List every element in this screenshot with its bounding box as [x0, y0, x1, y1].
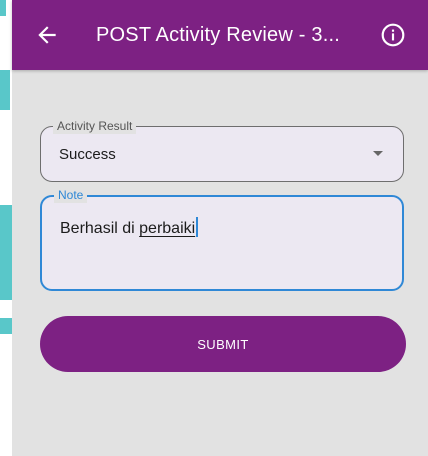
note-text-underlined: perbaiki — [139, 220, 196, 237]
decorative-shape — [0, 205, 12, 300]
text-cursor — [196, 217, 199, 237]
app-bar: POST Activity Review - 3... — [12, 0, 428, 70]
activity-result-value: Success — [59, 146, 116, 163]
decorative-shape — [0, 0, 6, 16]
decorative-shape — [0, 70, 10, 110]
activity-result-select[interactable]: Activity Result Success — [40, 118, 404, 182]
app-screen: POST Activity Review - 3... Activity Res… — [12, 0, 428, 456]
submit-button[interactable]: SUBMIT — [40, 316, 406, 372]
page-title: POST Activity Review - 3... — [96, 24, 340, 46]
note-label: Note — [54, 187, 88, 203]
info-icon[interactable] — [380, 22, 406, 48]
arrow-left-icon[interactable] — [34, 22, 60, 48]
note-input-text: Berhasil di perbaiki — [60, 217, 199, 238]
activity-result-label: Activity Result — [53, 118, 137, 134]
dropdown-caret-icon — [373, 151, 383, 156]
note-field[interactable]: Note Berhasil di perbaiki — [40, 187, 404, 291]
note-text-part: Berhasil di — [60, 220, 140, 237]
